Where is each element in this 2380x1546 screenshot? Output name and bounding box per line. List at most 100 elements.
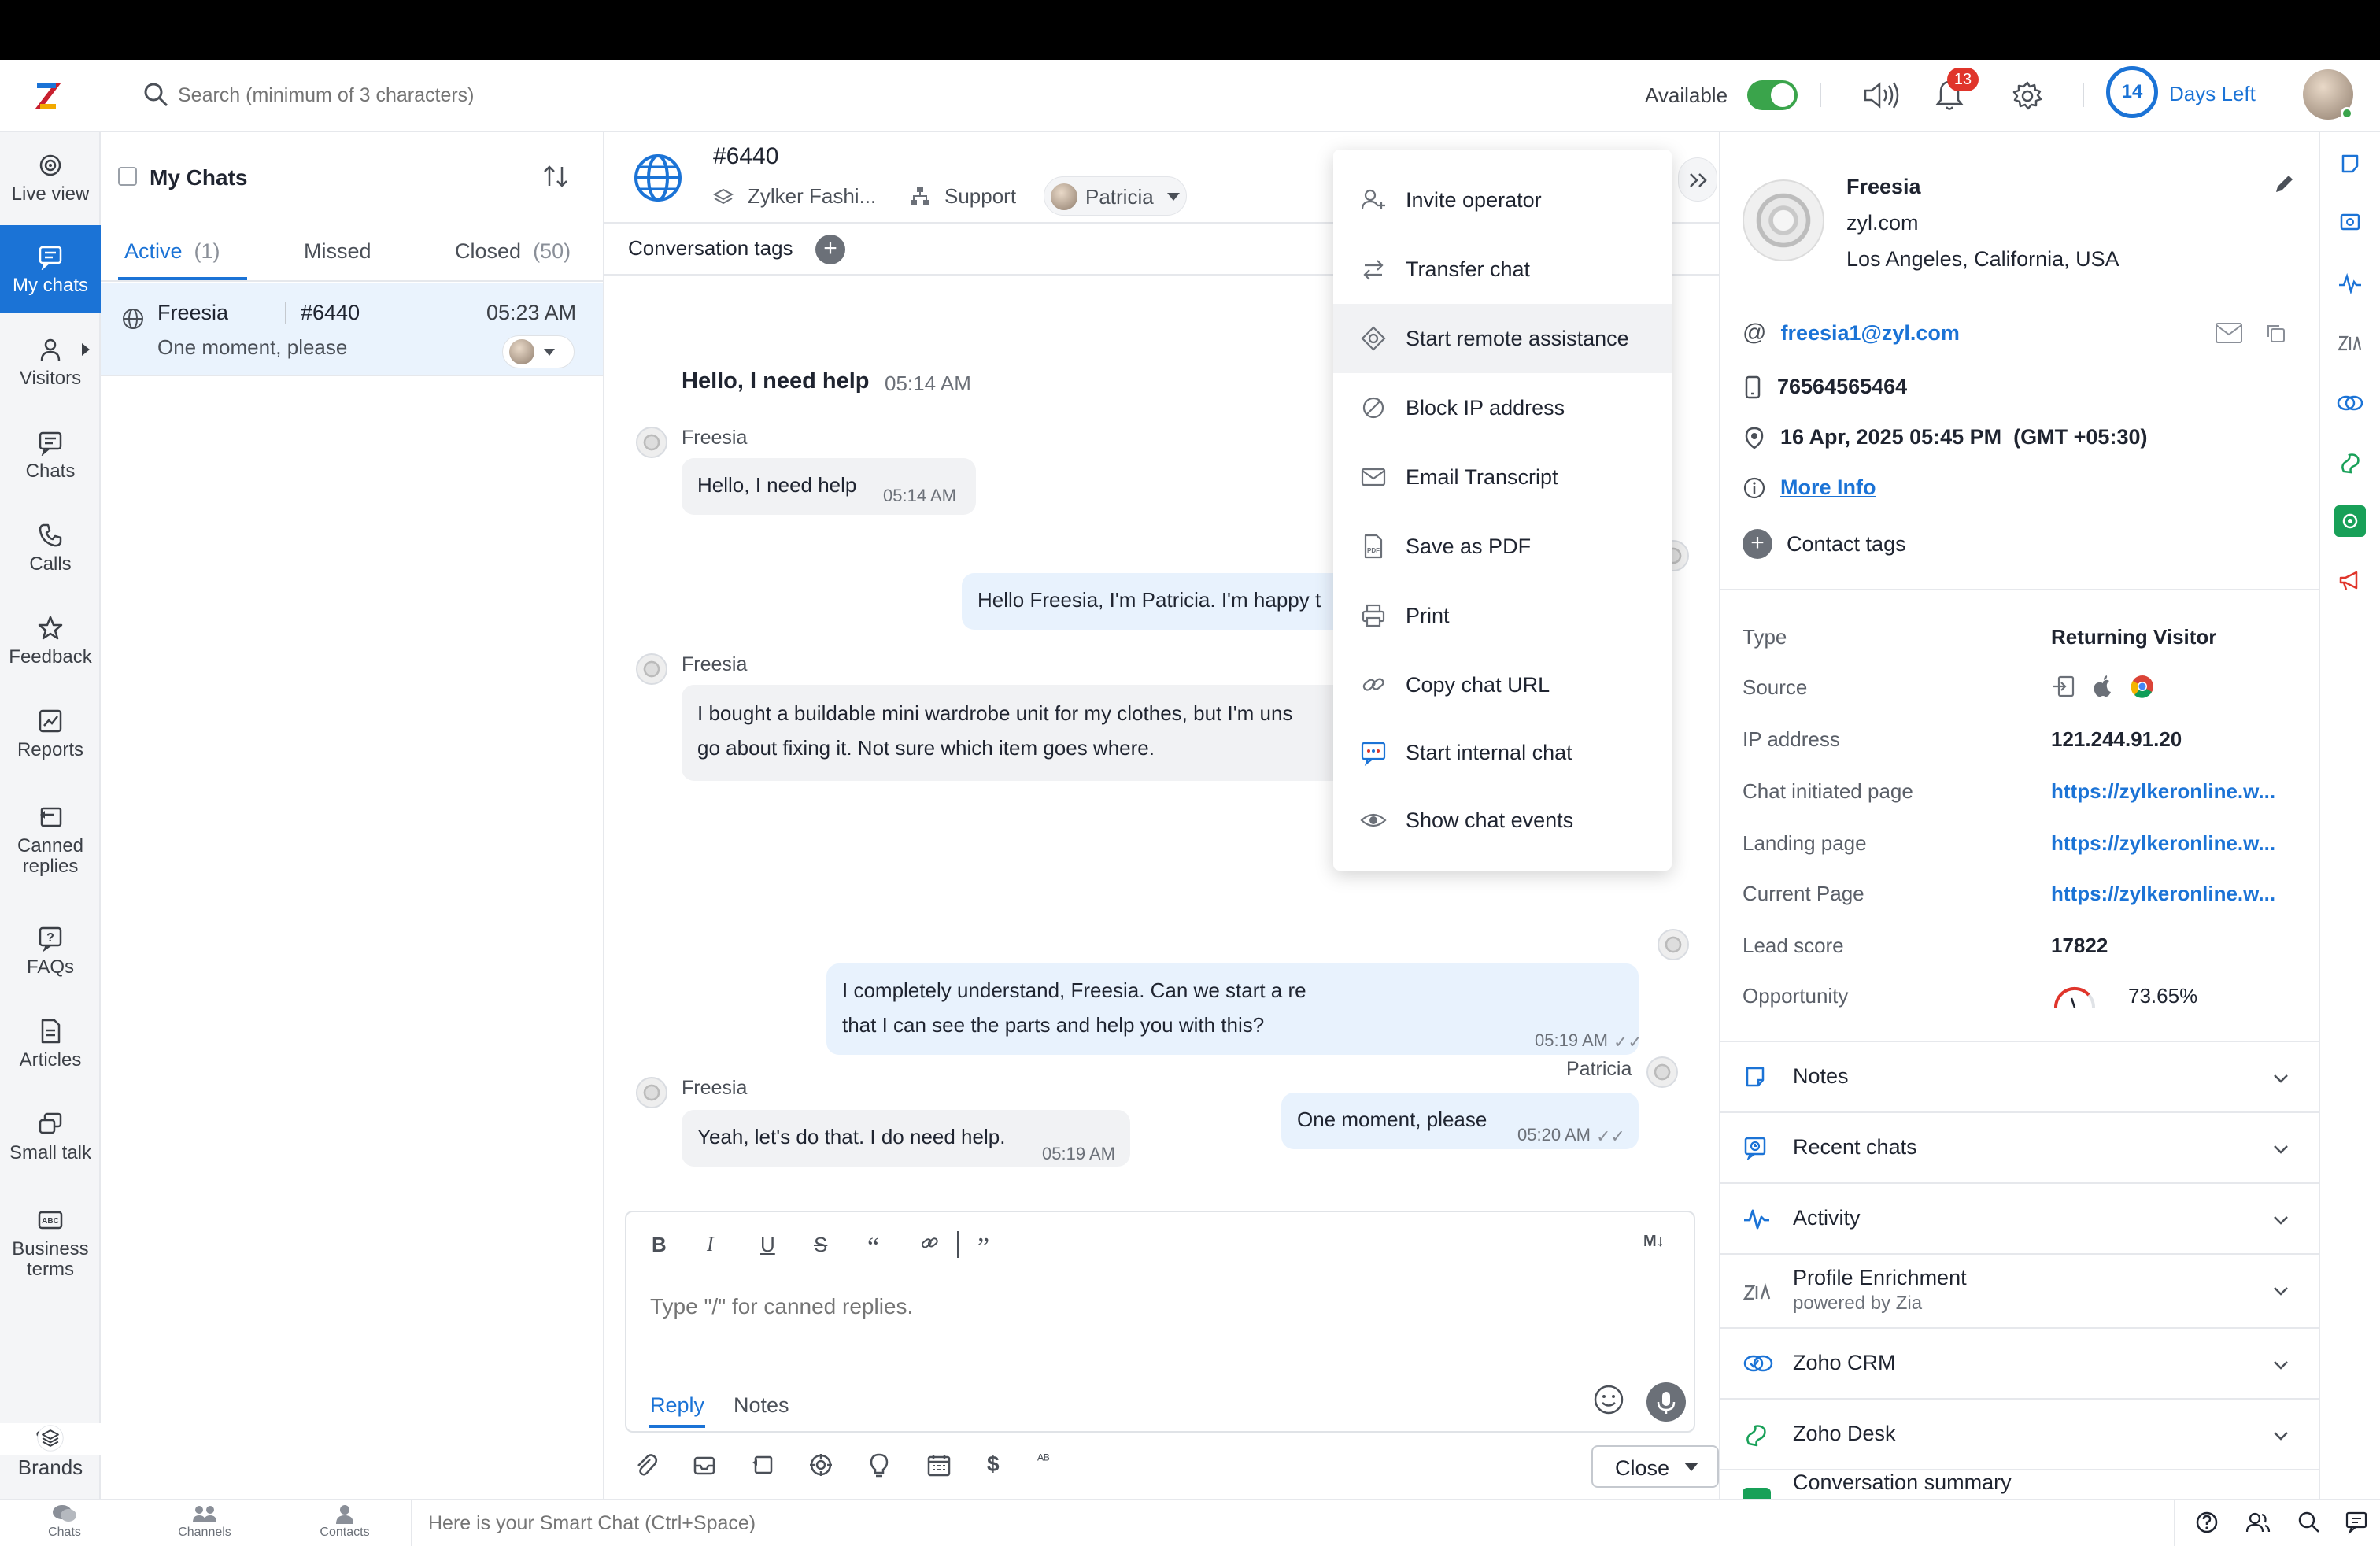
- initiated-page-link[interactable]: https://zylkeronline.w...: [2051, 779, 2275, 804]
- mail-icon[interactable]: [2215, 321, 2243, 345]
- calendar-icon[interactable]: [926, 1452, 952, 1478]
- section-activity[interactable]: Activity: [1720, 1184, 2322, 1255]
- trial-days-ring[interactable]: 14: [2106, 66, 2158, 118]
- nav-brands[interactable]: Brands: [0, 1400, 101, 1502]
- menu-start-remote-assistance[interactable]: Start remote assistance: [1333, 304, 1672, 373]
- crm-icon[interactable]: [2334, 387, 2366, 419]
- support-label[interactable]: Support: [944, 184, 1016, 209]
- notes-icon[interactable]: [2334, 148, 2366, 179]
- close-chat-button[interactable]: Close: [1591, 1445, 1719, 1488]
- bold-button[interactable]: B: [652, 1233, 667, 1257]
- sort-icon[interactable]: [541, 162, 570, 190]
- menu-save-pdf[interactable]: PDF Save as PDF: [1333, 512, 1672, 581]
- chat-list-row[interactable]: Freesia #6440 05:23 AM One moment, pleas…: [101, 283, 603, 376]
- emoji-icon[interactable]: [1593, 1384, 1624, 1415]
- quote-button[interactable]: “: [867, 1233, 879, 1263]
- expand-caret-icon[interactable]: [82, 343, 90, 356]
- dollar-icon[interactable]: $: [987, 1452, 1000, 1477]
- microphone-icon[interactable]: [1646, 1382, 1686, 1422]
- canned-reply-icon[interactable]: [749, 1452, 776, 1478]
- statusbar-channels[interactable]: Channels: [157, 1503, 252, 1540]
- nav-small-talk[interactable]: Small talk: [0, 1093, 101, 1181]
- recent-chats-icon[interactable]: [2334, 208, 2366, 239]
- menu-print[interactable]: Print: [1333, 581, 1672, 650]
- campaign-icon[interactable]: [2334, 565, 2366, 597]
- nav-calls[interactable]: Calls: [0, 504, 101, 592]
- section-profile-enrichment[interactable]: Profile Enrichment powered by Zia: [1720, 1255, 2322, 1329]
- strikethrough-button[interactable]: S: [814, 1233, 827, 1257]
- nav-canned-replies[interactable]: Canned replies: [0, 789, 101, 891]
- spellcheck-icon[interactable]: ᴬᴮ: [1037, 1452, 1050, 1468]
- desk-icon[interactable]: [2334, 447, 2366, 479]
- visitor-email[interactable]: freesia1@zyl.com: [1780, 321, 1959, 346]
- activity-icon[interactable]: [2334, 268, 2366, 299]
- menu-block-ip[interactable]: Block IP address: [1333, 373, 1672, 442]
- menu-invite-operator[interactable]: Invite operator: [1333, 165, 1672, 235]
- nav-feedback[interactable]: Feedback: [0, 597, 101, 685]
- department-label[interactable]: Zylker Fashi...: [748, 184, 876, 209]
- section-zoho-desk[interactable]: Zoho Desk: [1720, 1400, 2322, 1470]
- smart-chat-input[interactable]: [428, 1510, 1373, 1537]
- nav-visitors[interactable]: Visitors: [0, 318, 101, 406]
- add-tag-button[interactable]: +: [815, 235, 845, 264]
- tab-active[interactable]: Active (1): [124, 239, 220, 264]
- section-zoho-crm[interactable]: Zoho CRM: [1720, 1329, 2322, 1400]
- tab-notes[interactable]: Notes: [734, 1393, 789, 1418]
- zia-icon[interactable]: [2334, 327, 2366, 359]
- tab-missed[interactable]: Missed: [304, 239, 371, 264]
- search-icon[interactable]: [2297, 1510, 2322, 1535]
- attachment-icon[interactable]: [633, 1452, 660, 1478]
- markdown-toggle[interactable]: M↓: [1643, 1233, 1665, 1251]
- nav-articles[interactable]: Articles: [0, 1000, 101, 1088]
- nav-live-view[interactable]: Live view: [0, 134, 101, 222]
- operators-icon[interactable]: [2245, 1510, 2271, 1535]
- statusbar-chats[interactable]: Chats: [17, 1503, 112, 1540]
- landing-page-link[interactable]: https://zylkeronline.w...: [2051, 831, 2275, 856]
- availability-toggle[interactable]: [1747, 80, 1798, 110]
- section-conversation-summary[interactable]: Conversation summary: [1720, 1470, 2322, 1499]
- inbox-icon[interactable]: [691, 1452, 718, 1478]
- nav-my-chats[interactable]: My chats: [0, 225, 101, 313]
- app-logo[interactable]: [25, 76, 68, 118]
- help-icon[interactable]: [2194, 1510, 2219, 1535]
- link-icon[interactable]: [919, 1233, 940, 1253]
- chat-list-title: My Chats: [150, 165, 248, 190]
- italic-button[interactable]: I: [707, 1233, 714, 1256]
- menu-email-transcript[interactable]: Email Transcript: [1333, 442, 1672, 512]
- more-info-link[interactable]: More Info: [1780, 475, 1876, 500]
- tab-closed[interactable]: Closed (50): [455, 239, 571, 264]
- gear-icon[interactable]: [2012, 80, 2043, 112]
- contact-tags-row[interactable]: + Contact tags: [1743, 529, 1906, 559]
- nav-chats[interactable]: Chats: [0, 411, 101, 499]
- menu-show-chat-events[interactable]: Show chat events: [1333, 786, 1672, 855]
- tab-reply[interactable]: Reply: [650, 1393, 704, 1418]
- select-all-checkbox[interactable]: [118, 167, 137, 186]
- search-input[interactable]: [178, 79, 886, 112]
- agent-selector[interactable]: [502, 335, 575, 368]
- trial-days-label[interactable]: Days Left: [2169, 82, 2256, 106]
- conversation-id: #6440: [713, 143, 779, 169]
- section-recent-chats[interactable]: Recent chats: [1720, 1113, 2322, 1184]
- underline-button[interactable]: U: [760, 1233, 775, 1257]
- copy-icon[interactable]: [2265, 323, 2287, 345]
- chat-window-icon[interactable]: [2344, 1510, 2369, 1535]
- bulb-icon[interactable]: [866, 1452, 893, 1478]
- statusbar-contacts[interactable]: Contacts: [298, 1503, 392, 1540]
- menu-copy-chat-url[interactable]: Copy chat URL: [1333, 650, 1672, 719]
- current-page-link[interactable]: https://zylkeronline.w...: [2051, 882, 2275, 906]
- nav-business-terms[interactable]: ABC Business terms: [0, 1192, 101, 1294]
- menu-start-internal-chat[interactable]: Start internal chat: [1333, 718, 1672, 787]
- section-notes[interactable]: Notes: [1720, 1042, 2322, 1113]
- zia-icon: [1743, 1282, 1771, 1300]
- expand-panel-button[interactable]: [1678, 157, 1717, 202]
- pencil-icon[interactable]: [2271, 172, 2297, 197]
- nav-reports[interactable]: Reports: [0, 690, 101, 778]
- code-quote-button[interactable]: ”: [978, 1233, 989, 1263]
- summary-icon[interactable]: [2334, 505, 2366, 537]
- remote-assistance-icon[interactable]: [808, 1452, 834, 1478]
- assignee-selector[interactable]: Patricia: [1044, 176, 1187, 216]
- nav-faqs[interactable]: ? FAQs: [0, 907, 101, 995]
- message-input[interactable]: [650, 1291, 1595, 1322]
- speaker-icon[interactable]: [1862, 80, 1901, 110]
- menu-transfer-chat[interactable]: Transfer chat: [1333, 235, 1672, 304]
